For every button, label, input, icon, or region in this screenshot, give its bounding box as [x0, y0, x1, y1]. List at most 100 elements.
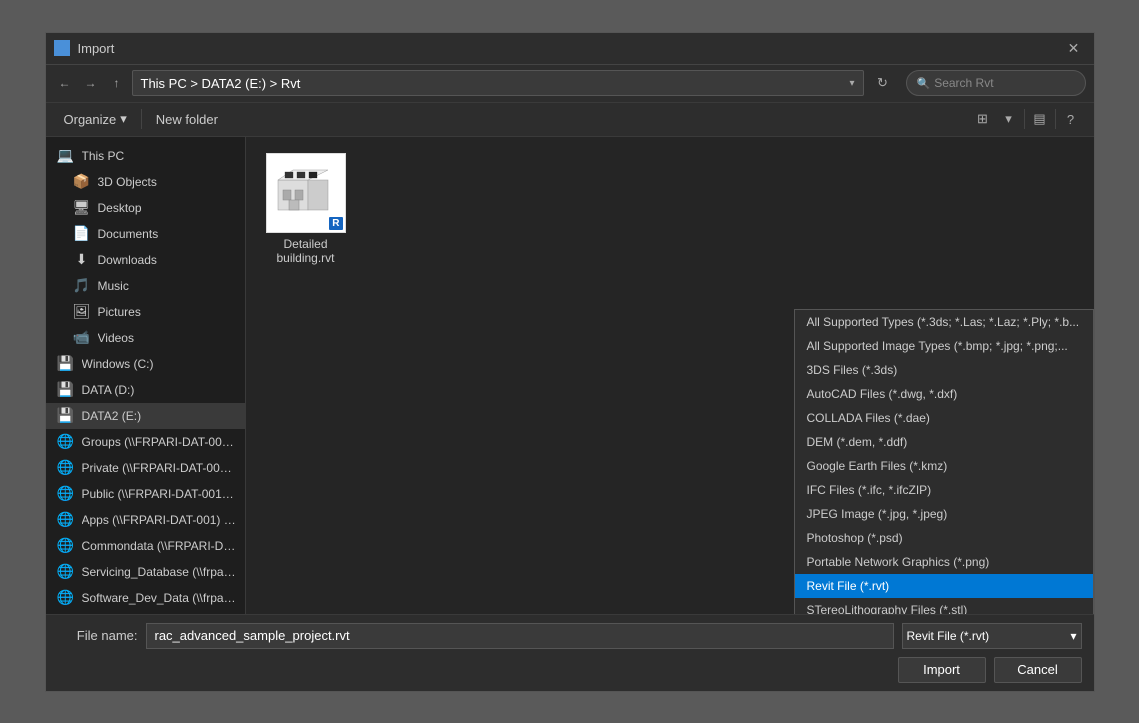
forward-button[interactable]: → — [80, 72, 102, 94]
sidebar-item-videos[interactable]: 📹 Videos — [46, 325, 245, 351]
action-row: Import Cancel — [58, 657, 1082, 683]
dropdown-item-jpeg[interactable]: JPEG Image (*.jpg, *.jpeg) — [795, 502, 1093, 526]
sidebar-label-pictures: Pictures — [98, 305, 141, 319]
filetype-select[interactable]: Revit File (*.rvt) ▾ — [902, 623, 1082, 649]
dropdown-item-all-images[interactable]: All Supported Image Types (*.bmp; *.jpg;… — [795, 334, 1093, 358]
toolbar-separator — [141, 109, 142, 129]
navbar: ← → ↑ This PC > DATA2 (E:) > Rvt ▾ ↻ 🔍 S… — [46, 65, 1094, 103]
search-placeholder: Search Rvt — [934, 76, 993, 90]
dialog-icon — [54, 40, 70, 56]
close-button[interactable]: ✕ — [1062, 36, 1086, 60]
rvt-badge: R — [329, 217, 342, 230]
filetype-dropdown-panel: All Supported Types (*.3ds; *.Las; *.Laz… — [794, 309, 1094, 614]
sidebar: 💻 This PC 📦 3D Objects 🖥Desktop📄Documents ⬇ Do… — [46, 137, 246, 614]
filename-input[interactable] — [146, 623, 894, 649]
sidebar-item-desktop[interactable]: 🖥Desktop — [46, 195, 245, 221]
import-label: Import — [923, 662, 960, 677]
sidebar-item-music[interactable]: 🎵Music — [46, 273, 245, 299]
address-bar[interactable]: This PC > DATA2 (E:) > Rvt ▾ — [132, 70, 864, 96]
dropdown-item-dem[interactable]: DEM (*.dem, *.ddf) — [795, 430, 1093, 454]
sidebar-item-public-l[interactable]: 🌐Public (\\FRPARI-DAT-001) (L:) — [46, 481, 245, 507]
sidebar-icon-private-k: 🌐 — [58, 460, 74, 476]
cancel-label: Cancel — [1017, 662, 1057, 677]
sidebar-icon-apps-p: 🌐 — [58, 512, 74, 528]
sidebar-item-documents[interactable]: 📄Documents — [46, 221, 245, 247]
sidebar-icon-public-l: 🌐 — [58, 486, 74, 502]
sidebar-label-3d-objects: 3D Objects — [98, 175, 157, 189]
filename-row: File name: Revit File (*.rvt) ▾ — [58, 623, 1082, 649]
up-button[interactable]: ↑ — [106, 72, 128, 94]
search-box[interactable]: 🔍 Search Rvt — [906, 70, 1086, 96]
organize-chevron-icon: ▾ — [120, 111, 127, 127]
sidebar-item-commondata-q[interactable]: 🌐Commondata (\\FRPARI-DAT-002) (Q:) — [46, 533, 245, 559]
sidebar-label-videos: Videos — [98, 331, 134, 345]
organize-label: Organize — [64, 112, 117, 127]
sidebar-icon-videos: 📹 — [74, 330, 90, 346]
sidebar-icon-desktop: 🖥 — [74, 200, 90, 216]
dropdown-item-all-supported[interactable]: All Supported Types (*.3ds; *.Las; *.Laz… — [795, 310, 1093, 334]
sidebar-item-3d-objects[interactable]: 📦 3D Objects — [46, 169, 245, 195]
dropdown-item-ifc[interactable]: IFC Files (*.ifc, *.ifcZIP) — [795, 478, 1093, 502]
cancel-button[interactable]: Cancel — [994, 657, 1082, 683]
file-name: Detailed building.rvt — [262, 237, 350, 265]
sidebar-item-allshare-u[interactable]: 🌐Allshare (\\frpari-dat-001) (U:) — [46, 611, 245, 614]
sidebar-label-commondata-q: Commondata (\\FRPARI-DAT-002) (Q:) — [82, 539, 237, 553]
address-chevron-icon: ▾ — [849, 78, 854, 89]
sidebar-item-private-k[interactable]: 🌐Private (\\FRPARI-DAT-001) (K:) — [46, 455, 245, 481]
sidebar-icon-data-d: 💾 — [58, 382, 74, 398]
sidebar-label-windows-c: Windows (C:) — [82, 357, 154, 371]
sidebar-item-software-t[interactable]: 🌐Software_Dev_Data (\\frpari-dat-002) (T… — [46, 585, 245, 611]
building-icon — [273, 160, 338, 225]
filetype-chevron-icon: ▾ — [1070, 629, 1076, 643]
dropdown-item-revit[interactable]: Revit File (*.rvt) — [795, 574, 1093, 598]
sidebar-item-data-d[interactable]: 💾 DATA (D:) — [46, 377, 245, 403]
view-list-button[interactable]: ▾ — [998, 108, 1020, 130]
toolbar-separator-3 — [1055, 109, 1056, 129]
sidebar-label-data2-e: DATA2 (E:) — [82, 409, 142, 423]
dropdown-item-png[interactable]: Portable Network Graphics (*.png) — [795, 550, 1093, 574]
titlebar: Import ✕ — [46, 33, 1094, 65]
dropdown-item-3ds[interactable]: 3DS Files (*.3ds) — [795, 358, 1093, 382]
detail-view-button[interactable]: ▤ — [1029, 108, 1051, 130]
sidebar-label-music: Music — [98, 279, 129, 293]
sidebar-item-apps-p[interactable]: 🌐Apps (\\FRPARI-DAT-001) (P:) — [46, 507, 245, 533]
sidebar-item-data2-e[interactable]: 💾DATA2 (E:) — [46, 403, 245, 429]
sidebar-label-downloads: Downloads — [98, 253, 157, 267]
dialog-title: Import — [78, 41, 1062, 56]
file-thumbnail: R — [266, 153, 346, 233]
sidebar-icon-pictures: 🖼 — [74, 304, 90, 320]
sidebar-item-this-pc[interactable]: 💻 This PC — [46, 143, 245, 169]
sidebar-label-servicing-s: Servicing_Database (\\frpari-dat-002) (S… — [82, 565, 237, 579]
sidebar-item-pictures[interactable]: 🖼 Pictures — [46, 299, 245, 325]
dropdown-item-collada[interactable]: COLLADA Files (*.dae) — [795, 406, 1093, 430]
import-button[interactable]: Import — [898, 657, 986, 683]
new-folder-button[interactable]: New folder — [150, 110, 224, 129]
dropdown-item-google-earth[interactable]: Google Earth Files (*.kmz) — [795, 454, 1093, 478]
sidebar-item-groups-g[interactable]: 🌐Groups (\\FRPARI-DAT-001) (G:) — [46, 429, 245, 455]
back-button[interactable]: ← — [54, 72, 76, 94]
dropdown-item-stl[interactable]: STereoLithography Files (*.stl) — [795, 598, 1093, 614]
toolbar: Organize ▾ New folder ⊞ ▾ ▤ ? — [46, 103, 1094, 137]
sidebar-label-data-d: DATA (D:) — [82, 383, 135, 397]
sidebar-icon-this-pc: 💻 — [58, 148, 74, 164]
view-icon-button[interactable]: ⊞ — [972, 108, 994, 130]
sidebar-item-servicing-s[interactable]: 🌐Servicing_Database (\\frpari-dat-002) (… — [46, 559, 245, 585]
list-item[interactable]: R Detailed building.rvt — [256, 147, 356, 271]
sidebar-icon-windows-c: 💾 — [58, 356, 74, 372]
sidebar-item-windows-c[interactable]: 💾 Windows (C:) — [46, 351, 245, 377]
bottom-bar: File name: Revit File (*.rvt) ▾ Import C… — [46, 614, 1094, 691]
sidebar-icon-3d-objects: 📦 — [74, 174, 90, 190]
filetype-value: Revit File (*.rvt) — [907, 629, 990, 643]
refresh-button[interactable]: ↻ — [872, 72, 894, 94]
dropdown-item-photoshop[interactable]: Photoshop (*.psd) — [795, 526, 1093, 550]
filename-label: File name: — [58, 628, 138, 643]
dropdown-item-autocad[interactable]: AutoCAD Files (*.dwg, *.dxf) — [795, 382, 1093, 406]
sidebar-item-downloads[interactable]: ⬇ Downloads — [46, 247, 245, 273]
help-button[interactable]: ? — [1060, 108, 1082, 130]
sidebar-label-this-pc: This PC — [82, 149, 125, 163]
import-dialog: Import ✕ ← → ↑ This PC > DATA2 (E:) > Rv… — [45, 32, 1095, 692]
organize-button[interactable]: Organize ▾ — [58, 109, 133, 129]
sidebar-icon-downloads: ⬇ — [74, 252, 90, 268]
sidebar-label-software-t: Software_Dev_Data (\\frpari-dat-002) (T:… — [82, 591, 237, 605]
main-content: 💻 This PC 📦 3D Objects 🖥Desktop📄Documents ⬇ Do… — [46, 137, 1094, 614]
